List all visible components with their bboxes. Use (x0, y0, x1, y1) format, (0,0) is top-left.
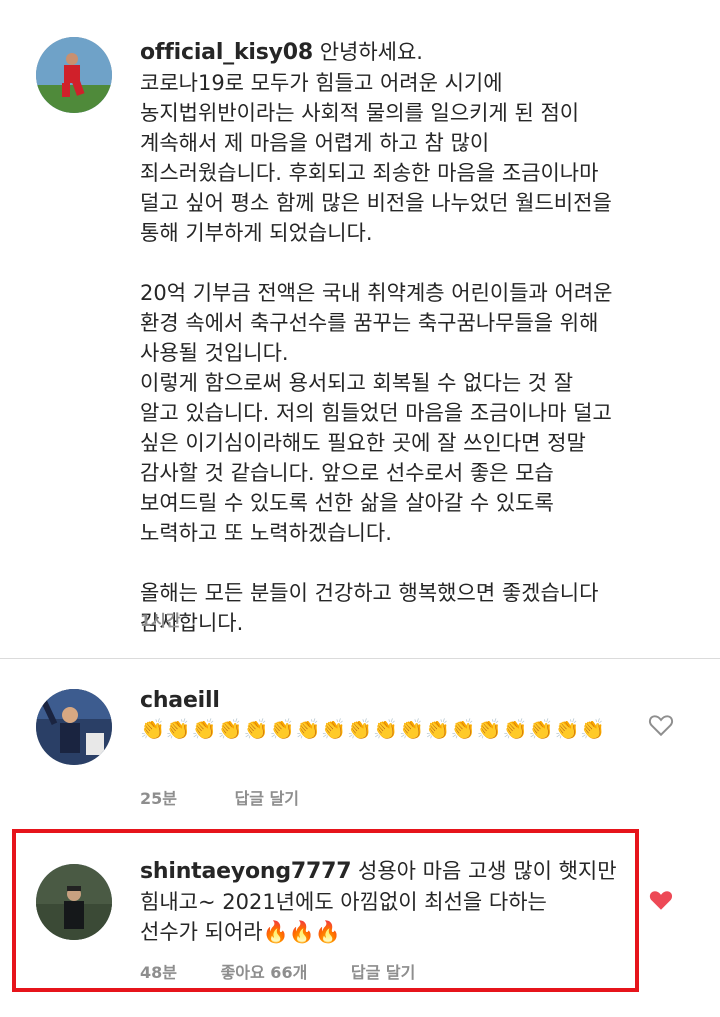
heart-icon[interactable] (648, 888, 674, 912)
comment-username[interactable]: official_kisy08 (140, 40, 313, 65)
comment-text: 코로나19로 모두가 힘들고 어려운 시기에 농지법위반이라는 사회적 물의를 … (140, 71, 613, 635)
clapping-hands-emoji: 👏 (140, 717, 166, 741)
clapping-hands-emoji: 👏 (580, 717, 607, 741)
clapping-hands-emoji: 👏 (528, 717, 555, 741)
clapping-hands-emoji: 👏 (321, 717, 348, 741)
comment-meta: 1시간 (140, 607, 181, 631)
highlight-box (12, 829, 639, 992)
comment-time: 1시간 (140, 611, 181, 630)
clapping-hands-emoji: 👏 (165, 717, 192, 741)
clapping-hands-emoji: 👏 (217, 717, 244, 741)
clap-emoji-row: 👏👏👏👏👏👏👏👏👏👏👏👏👏👏👏👏👏👏 (140, 716, 680, 742)
avatar[interactable] (36, 689, 112, 765)
reply-button[interactable]: 답글 달기 (235, 789, 299, 808)
clapping-hands-emoji: 👏 (347, 717, 374, 741)
clapping-hands-emoji: 👏 (476, 717, 503, 741)
comment-body: official_kisy08 안녕하세요. 코로나19로 모두가 힘들고 어려… (140, 37, 680, 638)
comment-meta: 25분 답글 달기 (140, 785, 299, 809)
clapping-hands-emoji: 👏 (424, 717, 451, 741)
clapping-hands-emoji: 👏 (373, 717, 400, 741)
clapping-hands-emoji: 👏 (450, 717, 477, 741)
avatar-image (36, 37, 112, 113)
clapping-hands-emoji: 👏 (243, 717, 270, 741)
clapping-hands-emoji: 👏 (295, 717, 322, 741)
clapping-hands-emoji: 👏 (399, 717, 425, 741)
clapping-hands-emoji: 👏 (191, 717, 218, 741)
avatar-image (36, 689, 112, 765)
clapping-hands-emoji: 👏 (502, 717, 529, 741)
comment-time: 25분 (140, 789, 177, 808)
avatar[interactable] (36, 37, 112, 113)
clapping-hands-emoji: 👏 (554, 717, 581, 741)
heart-icon[interactable] (648, 713, 674, 737)
comment-text-first: 안녕하세요. (319, 40, 423, 64)
divider (0, 658, 720, 659)
clapping-hands-emoji: 👏 (269, 717, 296, 741)
comment-username[interactable]: chaeill (140, 686, 680, 716)
